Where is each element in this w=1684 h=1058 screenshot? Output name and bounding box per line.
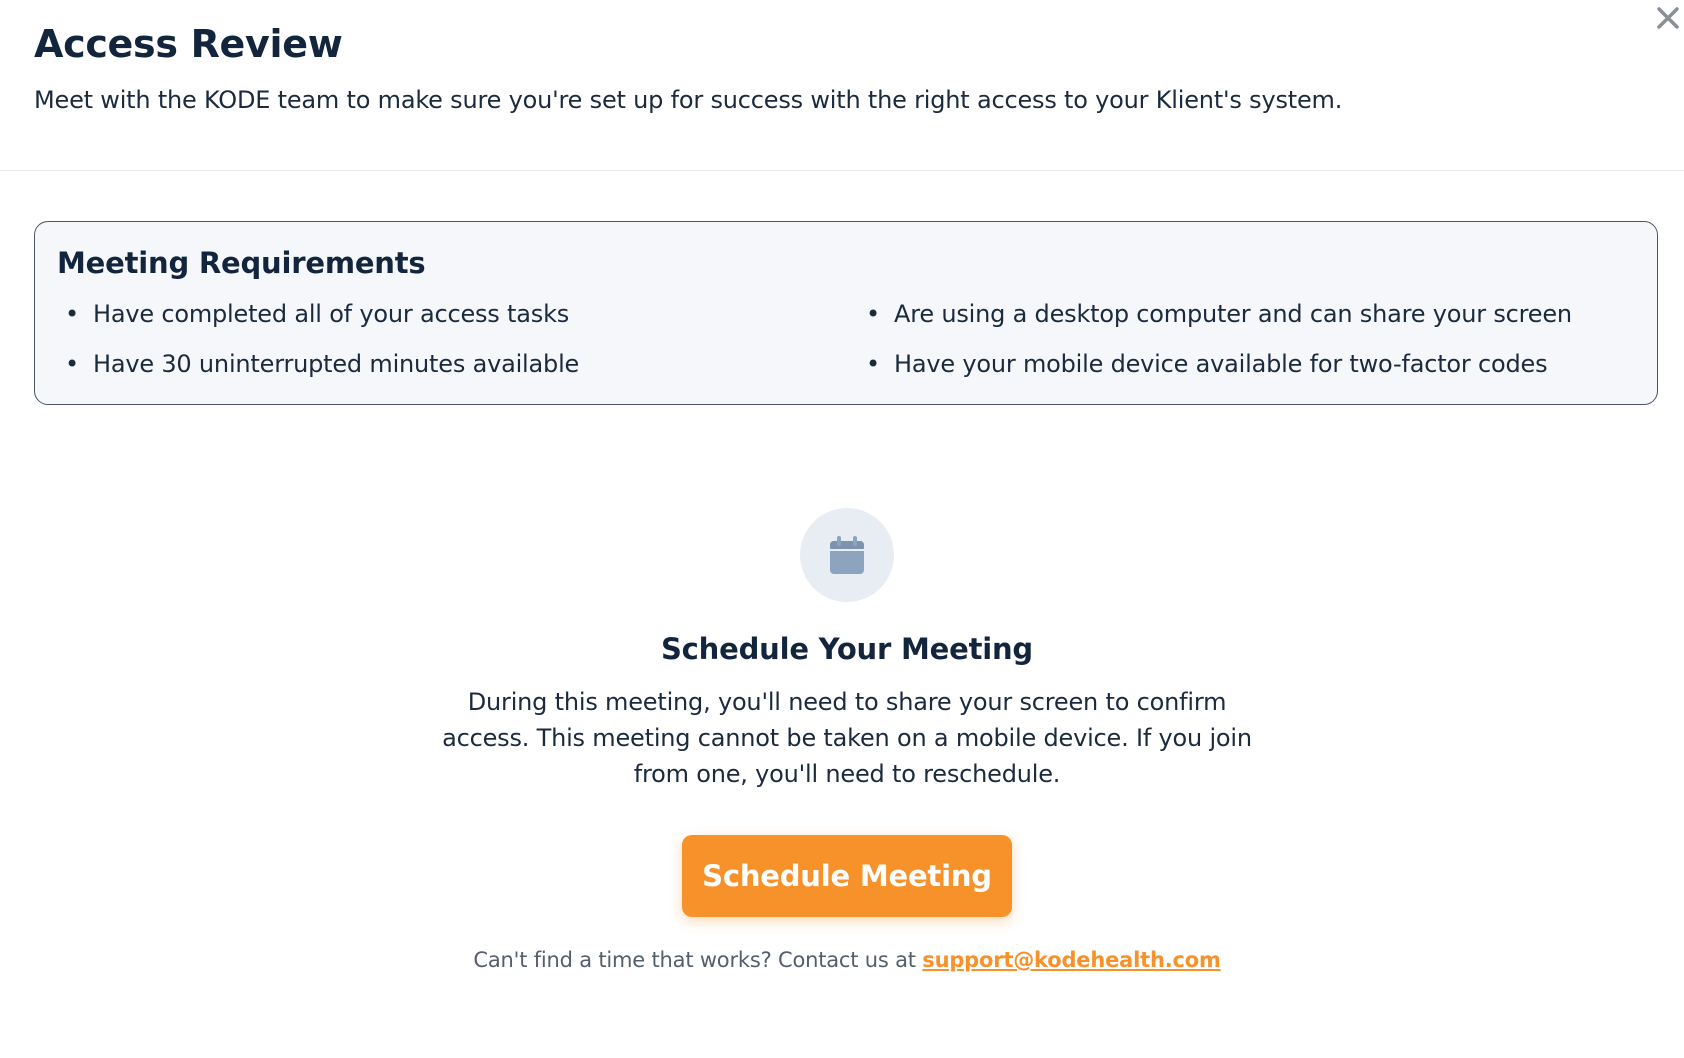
requirement-item: • Have 30 uninterrupted minutes availabl… xyxy=(65,350,580,378)
close-icon xyxy=(1657,7,1679,29)
schedule-description: During this meeting, you'll need to shar… xyxy=(442,688,1252,788)
modal-header: Access Review Meet with the KODE team to… xyxy=(0,0,1684,171)
requirements-title: Meeting Requirements xyxy=(57,246,426,280)
meeting-requirements-panel: Meeting Requirements • Have completed al… xyxy=(34,221,1658,405)
support-note-text: Can't find a time that works? Contact us… xyxy=(473,948,923,972)
schedule-meeting-button[interactable]: Schedule Meeting xyxy=(682,835,1012,917)
requirement-item: • Are using a desktop computer and can s… xyxy=(866,300,1572,328)
bullet: • xyxy=(65,350,79,378)
page-subtitle: Meet with the KODE team to make sure you… xyxy=(34,86,1343,114)
access-review-modal: Access Review Meet with the KODE team to… xyxy=(0,0,1684,1058)
requirement-text: Have your mobile device available for tw… xyxy=(894,350,1548,378)
calendar-icon-badge xyxy=(800,508,894,602)
requirement-text: Are using a desktop computer and can sha… xyxy=(894,300,1572,328)
page-title: Access Review xyxy=(34,22,343,66)
support-email-link[interactable]: support@kodehealth.com xyxy=(922,948,1221,972)
support-note: Can't find a time that works? Contact us… xyxy=(0,948,1684,972)
requirement-item: • Have your mobile device available for … xyxy=(866,350,1548,378)
close-button[interactable] xyxy=(1652,2,1684,34)
schedule-title: Schedule Your Meeting xyxy=(660,632,1033,666)
bullet: • xyxy=(866,300,880,328)
requirement-text: Have completed all of your access tasks xyxy=(93,300,570,328)
bullet: • xyxy=(866,350,880,378)
requirement-text: Have 30 uninterrupted minutes available xyxy=(93,350,580,378)
requirement-item: • Have completed all of your access task… xyxy=(65,300,570,328)
bullet: • xyxy=(65,300,79,328)
calendar-icon xyxy=(830,536,864,574)
